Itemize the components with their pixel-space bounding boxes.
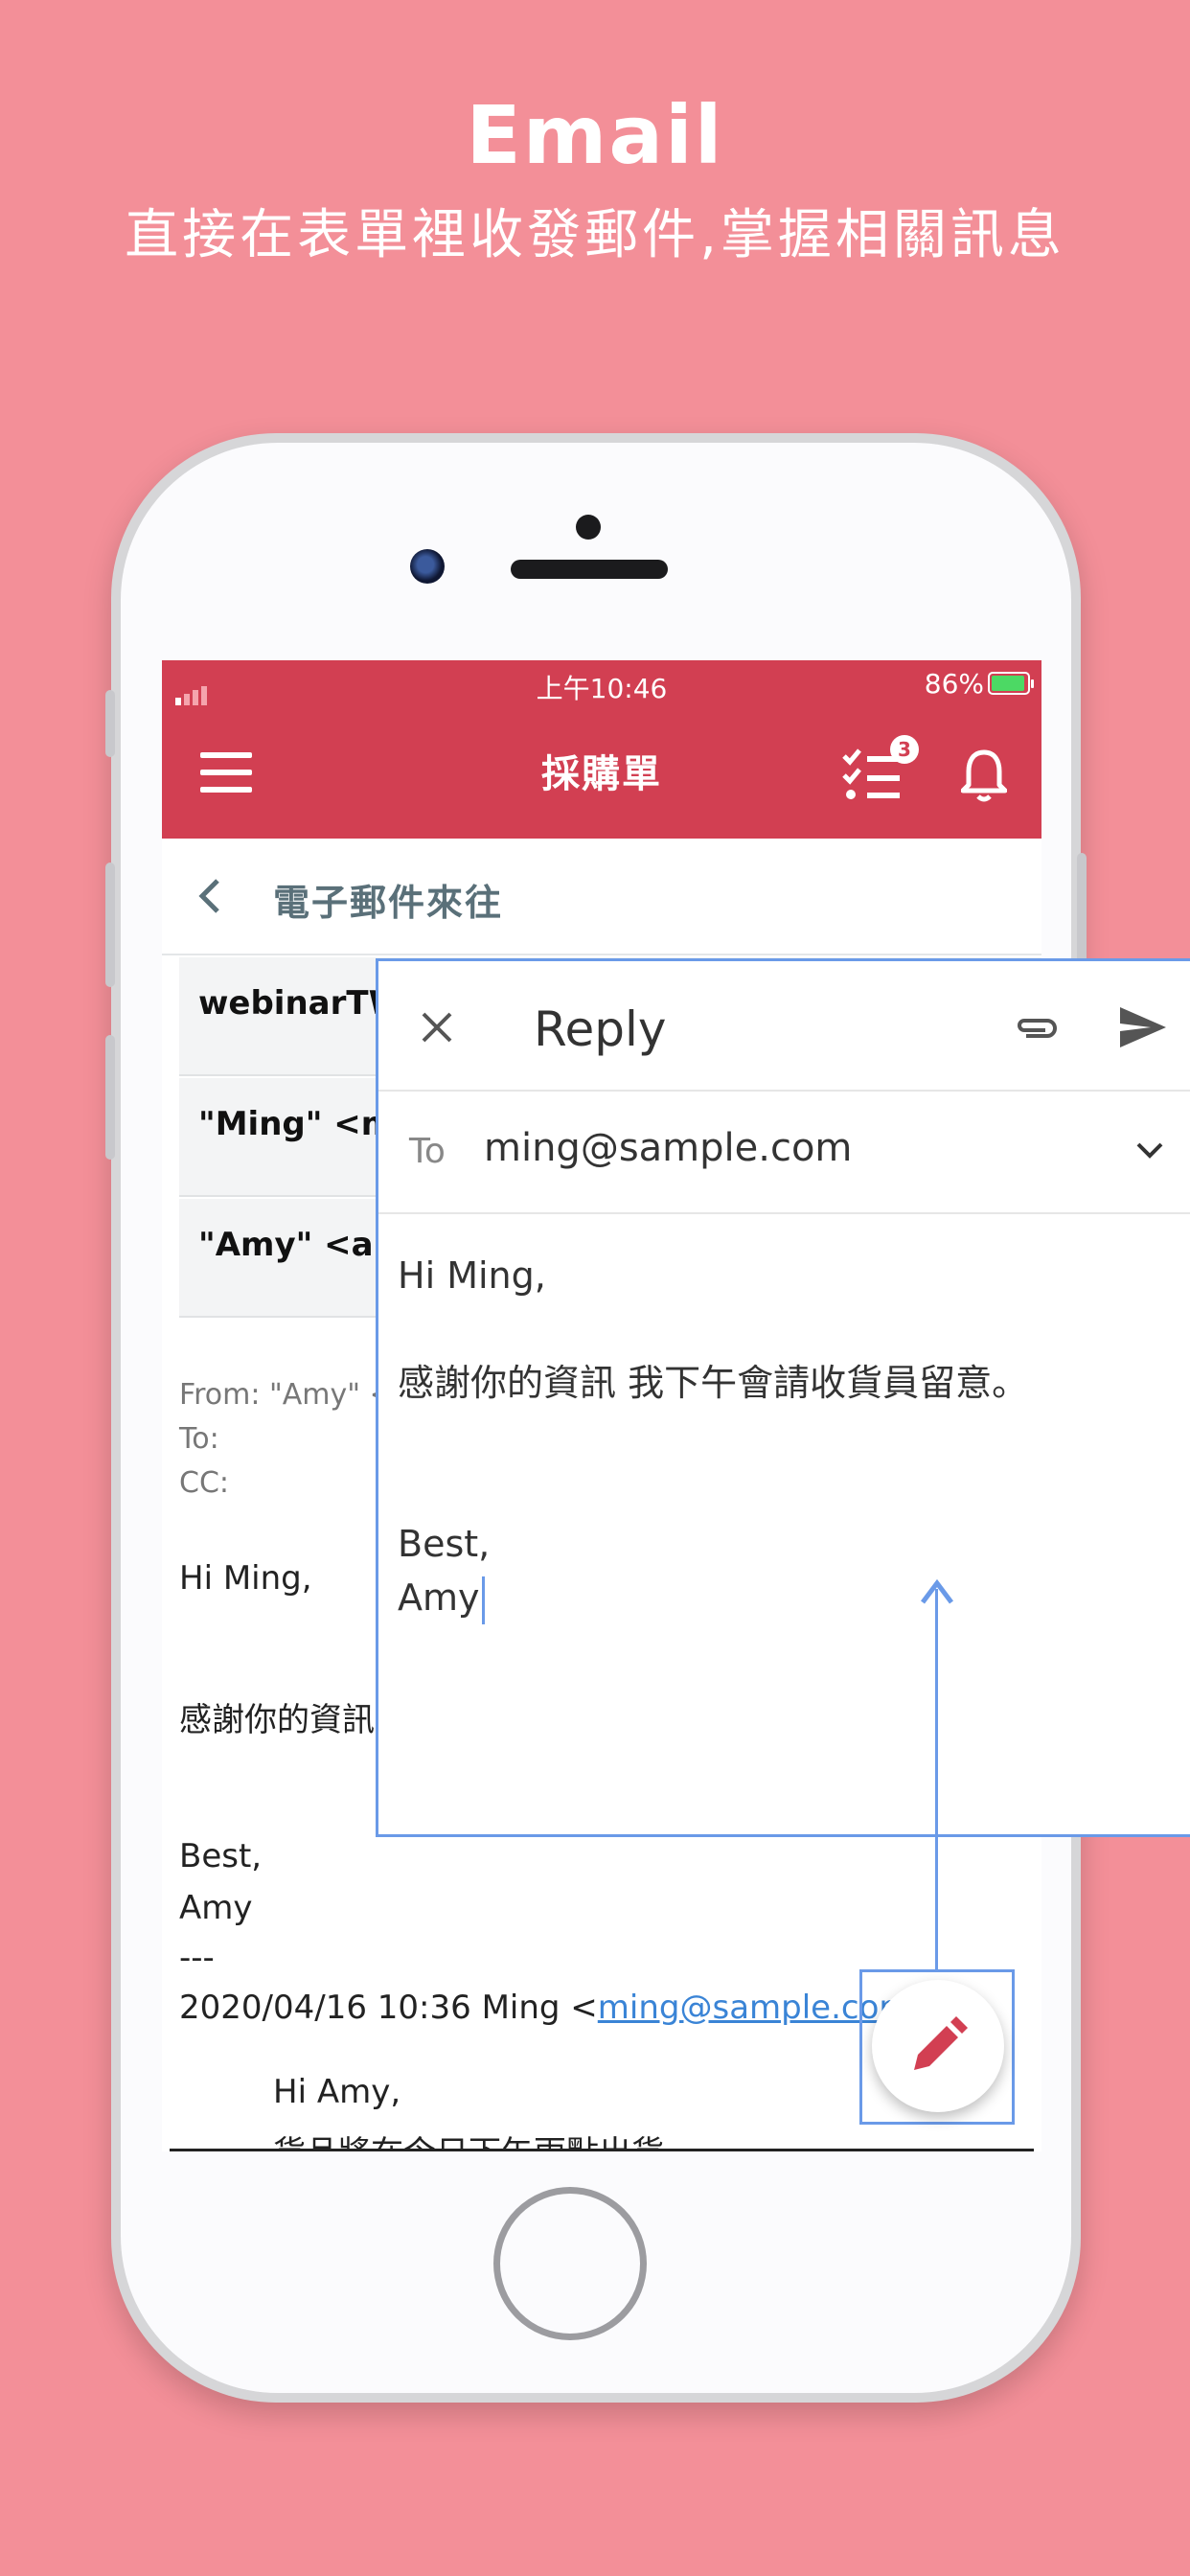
message-greeting: Hi Ming, [179, 1559, 312, 1598]
bell-icon[interactable] [961, 748, 1007, 802]
phone-volume-up [105, 862, 115, 987]
reply-greeting: Hi Ming, [398, 1254, 546, 1297]
message-line: 感謝你的資訊 [179, 1701, 375, 1739]
arrow-up-icon [921, 1578, 953, 1604]
to-label: To [409, 1132, 446, 1171]
chevron-down-icon[interactable] [1135, 1141, 1164, 1161]
reply-signoff: Best, [398, 1523, 491, 1565]
app-bar: 採購單 3 [162, 706, 1041, 839]
battery-icon [988, 672, 1034, 695]
reply-name: Amy [398, 1576, 480, 1619]
email-subheader: 電子郵件來往 [162, 839, 1041, 955]
recipient-row[interactable]: To ming@sample.com [378, 1092, 1190, 1214]
quote-header: 2020/04/16 10:36 Ming <ming@sample.com [179, 1989, 911, 2027]
home-button[interactable] [493, 2187, 647, 2340]
front-camera-icon [410, 549, 445, 584]
reply-body-field[interactable]: Hi Ming, 感謝你的資訊 我下午會請收貨員留意。 Best, Amy [398, 1249, 1028, 1624]
phone-mute-switch [105, 690, 115, 757]
message-cc: CC: [179, 1466, 230, 1500]
message-separator: --- [179, 1939, 215, 1977]
reply-header: Reply [378, 961, 1190, 1092]
compose-button[interactable] [872, 1980, 1004, 2112]
send-icon[interactable] [1118, 1005, 1168, 1049]
task-count-badge: 3 [890, 735, 919, 764]
close-icon[interactable] [421, 1011, 453, 1044]
quote-greeting: Hi Amy, [273, 2073, 401, 2111]
subheader-title: 電子郵件來往 [273, 882, 504, 924]
message-signoff: Best, [179, 1837, 263, 1875]
reply-panel: Reply To ming@sample.com Hi Ming, 感謝你的資訊 … [376, 958, 1190, 1837]
pencil-icon [914, 2016, 968, 2070]
bottom-divider [170, 2149, 1034, 2151]
phone-volume-down [105, 1035, 115, 1160]
message-from: From: "Amy" < [179, 1378, 394, 1412]
back-chevron-icon[interactable] [195, 877, 225, 915]
status-bar: 上午10:46 86% [162, 660, 1041, 706]
recipient-field[interactable]: ming@sample.com [484, 1126, 852, 1170]
message-to: To: [179, 1422, 219, 1456]
text-cursor [481, 1576, 485, 1624]
reply-title: Reply [534, 1001, 667, 1057]
hero-title: Email [466, 88, 724, 182]
attachment-icon[interactable] [1013, 1011, 1059, 1044]
annotation-connector [935, 1589, 938, 1970]
message-name: Amy [179, 1889, 253, 1927]
hero-subtitle: 直接在表單裡收發郵件,掌握相關訊息 [125, 204, 1065, 266]
quote-header-text: 2020/04/16 10:36 Ming < [179, 1989, 598, 2027]
battery-percent: 86% [924, 668, 984, 700]
status-time: 上午10:46 [536, 673, 668, 704]
phone-sensor [576, 515, 601, 540]
phone-speaker [511, 560, 668, 579]
reply-line: 感謝你的資訊 我下午會請收貨員留意。 [398, 1362, 1029, 1404]
